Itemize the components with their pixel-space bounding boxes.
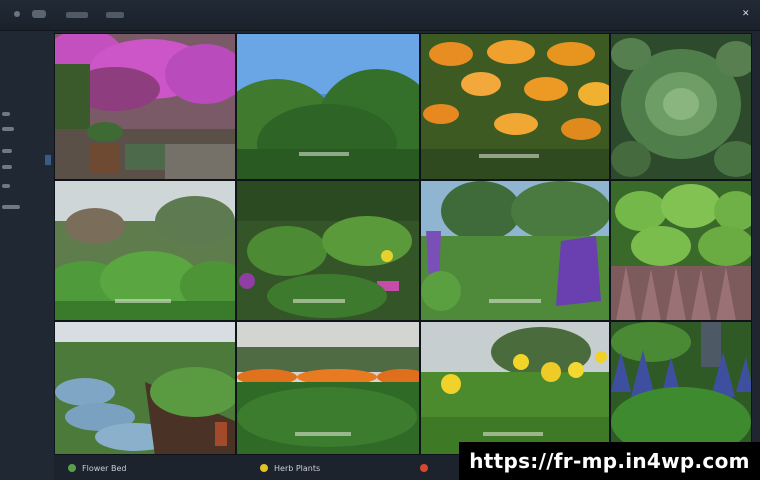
- tile-hosta-leaves[interactable]: [54, 180, 236, 321]
- tile-yellow-blooms[interactable]: [420, 321, 610, 455]
- garden-photo: [237, 181, 419, 320]
- footer-item[interactable]: [420, 462, 428, 474]
- tile-succulent-leaves[interactable]: [610, 33, 752, 180]
- tile-purple-spikes[interactable]: [610, 321, 752, 455]
- garden-photo: [421, 34, 609, 179]
- sidebar-item[interactable]: [2, 165, 12, 169]
- top-toolbar: ✕: [0, 0, 760, 31]
- tile-mixed-bed[interactable]: [236, 180, 420, 321]
- sidebar-item[interactable]: [2, 205, 20, 209]
- footer-item-label: Herb Plants: [274, 463, 321, 473]
- sun-icon: [260, 464, 268, 472]
- sidebar: [0, 31, 55, 480]
- garden-photo: [611, 322, 751, 454]
- tile-orange-marigolds[interactable]: [420, 33, 610, 180]
- toolbar-tab-2[interactable]: [106, 12, 124, 18]
- footer-item[interactable]: Flower Bed: [68, 462, 127, 474]
- garden-photo: [55, 34, 235, 179]
- sidebar-item[interactable]: [2, 184, 10, 188]
- watermark-banner: https://fr-mp.in4wp.com: [459, 442, 760, 480]
- sidebar-item[interactable]: [2, 112, 10, 116]
- garden-photo: [55, 181, 235, 320]
- sidebar-item[interactable]: [2, 149, 12, 153]
- menu-icon[interactable]: [32, 10, 46, 18]
- watermark-text: https://fr-mp.in4wp.com: [469, 449, 750, 473]
- footer-item[interactable]: Herb Plants: [260, 462, 320, 474]
- flower-icon: [420, 464, 428, 472]
- garden-photo: [611, 181, 751, 320]
- tile-blue-fescue-bed[interactable]: [54, 321, 236, 455]
- toolbar-tab-1[interactable]: [66, 12, 88, 18]
- garden-photo: [237, 34, 419, 179]
- garden-photo: [237, 322, 419, 454]
- tile-orange-flower-hedge[interactable]: [236, 321, 420, 455]
- garden-image-grid: [54, 33, 752, 455]
- app-logo-icon: [14, 11, 20, 17]
- sidebar-active-indicator: [45, 155, 51, 165]
- sidebar-item[interactable]: [2, 127, 14, 131]
- tile-bougainvillea-wall[interactable]: [54, 33, 236, 180]
- leaf-icon: [68, 464, 76, 472]
- garden-photo: [611, 34, 751, 179]
- tile-green-shrubs[interactable]: [236, 33, 420, 180]
- footer-item-label: Flower Bed: [82, 463, 127, 473]
- tile-lettuce-heads[interactable]: [610, 180, 752, 321]
- garden-photo: [421, 322, 609, 454]
- tile-purple-salvia[interactable]: [420, 180, 610, 321]
- window-control-icon[interactable]: ✕: [742, 10, 752, 19]
- garden-photo: [421, 181, 609, 320]
- garden-photo: [55, 322, 235, 454]
